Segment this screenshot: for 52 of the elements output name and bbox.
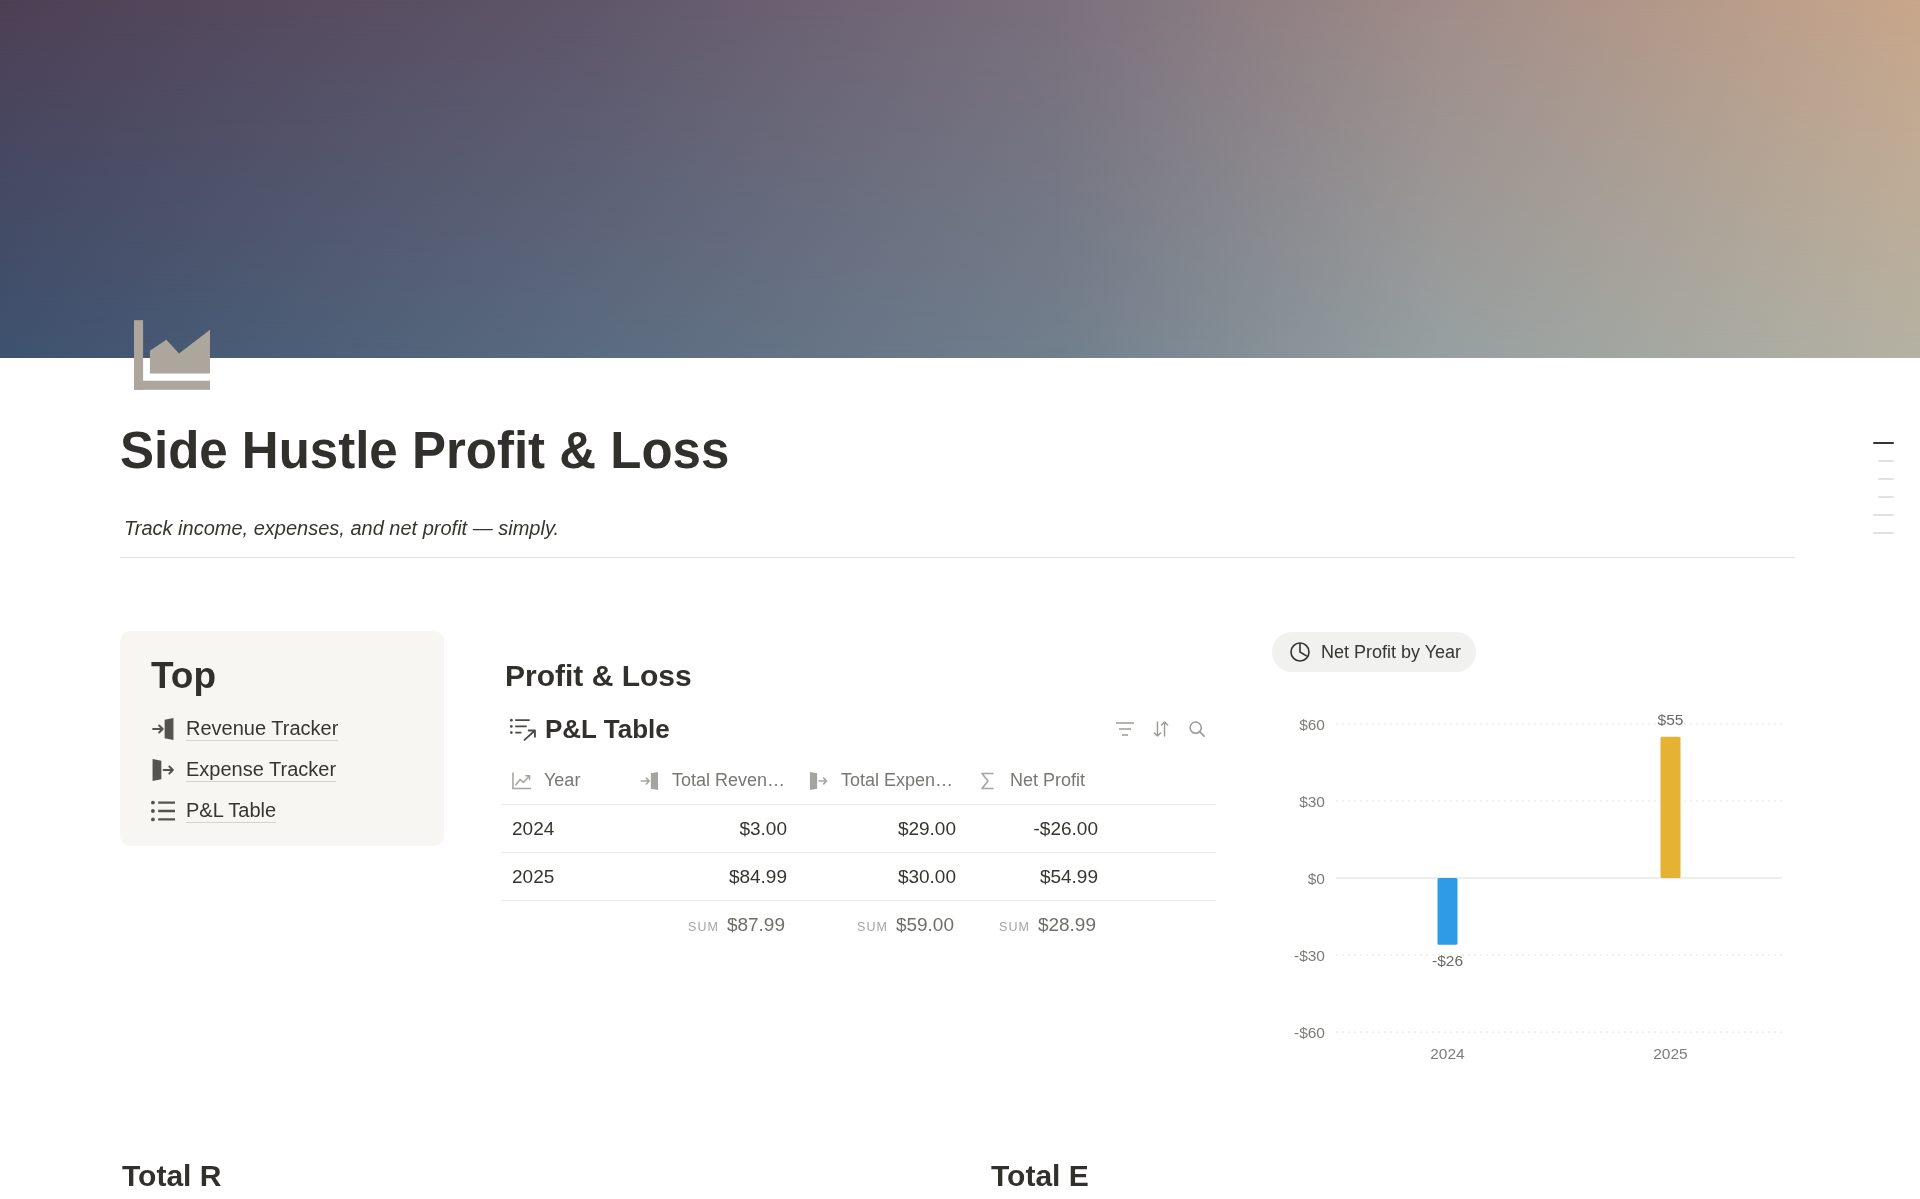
sort-icon xyxy=(1152,721,1170,737)
page-description: Track income, expenses, and net profit — simply. xyxy=(123,516,560,541)
area-chart-icon xyxy=(134,320,210,390)
sum-label: SUM xyxy=(857,919,888,934)
view-tab[interactable]: Net Profit by Year xyxy=(1272,632,1477,672)
table-cell-text: $54.99 xyxy=(1038,865,1099,888)
line-chart-icon xyxy=(512,771,531,790)
table-cell-text: 2024 xyxy=(511,817,556,840)
login-icon xyxy=(640,771,659,790)
data-label: $55 xyxy=(1657,711,1684,729)
page-link[interactable]: Revenue Tracker xyxy=(151,708,339,749)
section-heading: Total R xyxy=(122,1158,223,1194)
page-link[interactable]: P&L Table xyxy=(151,790,277,831)
sum-value: $28.99 xyxy=(1037,913,1096,936)
filter-icon xyxy=(1116,721,1134,737)
logout-icon xyxy=(151,758,175,781)
list-icon xyxy=(151,799,175,822)
table-cell-text: $3.00 xyxy=(738,817,788,840)
logout-icon xyxy=(809,771,828,790)
column-header[interactable]: Year xyxy=(501,757,629,804)
axis-label: $30 xyxy=(1299,792,1325,810)
list-arrow-icon xyxy=(510,717,537,741)
table-cell-text: $30.00 xyxy=(896,865,957,888)
table-cell-text: -$26.00 xyxy=(1032,817,1099,840)
pie-chart-icon xyxy=(1290,642,1310,662)
section-heading: Profit & Loss xyxy=(505,658,693,694)
column-header[interactable]: Total Expen… xyxy=(798,757,967,804)
sigma-icon xyxy=(978,771,997,790)
database-title[interactable]: P&L Table xyxy=(545,713,670,745)
column-header[interactable]: Net Profit xyxy=(967,757,1109,804)
page-title: Side Hustle Profit & Loss xyxy=(120,421,731,481)
table-cell-text: $29.00 xyxy=(896,817,957,840)
table-cell-text: 2025 xyxy=(511,865,556,888)
axis-label: 2025 xyxy=(1653,1044,1688,1062)
sum-label: SUM xyxy=(688,919,719,934)
section-heading: Total E xyxy=(991,1158,1090,1194)
page-link[interactable]: Expense Tracker xyxy=(151,749,337,790)
data-label: -$26 xyxy=(1432,952,1463,970)
axis-label: -$30 xyxy=(1293,946,1325,964)
sum-label: SUM xyxy=(999,919,1030,934)
axis-label: -$60 xyxy=(1293,1023,1325,1041)
axis-label: 2024 xyxy=(1430,1044,1465,1062)
search-icon xyxy=(1188,721,1206,737)
sum-value: $59.00 xyxy=(895,913,954,936)
table-cell-text: $84.99 xyxy=(727,865,788,888)
callout-heading: Top xyxy=(151,654,218,698)
sum-value: $87.99 xyxy=(726,913,785,936)
axis-label: $60 xyxy=(1299,715,1325,733)
column-header[interactable]: Total Reven… xyxy=(629,757,798,804)
axis-label: $0 xyxy=(1307,869,1325,887)
outline-marker[interactable] xyxy=(1873,442,1894,444)
login-icon xyxy=(151,717,175,740)
